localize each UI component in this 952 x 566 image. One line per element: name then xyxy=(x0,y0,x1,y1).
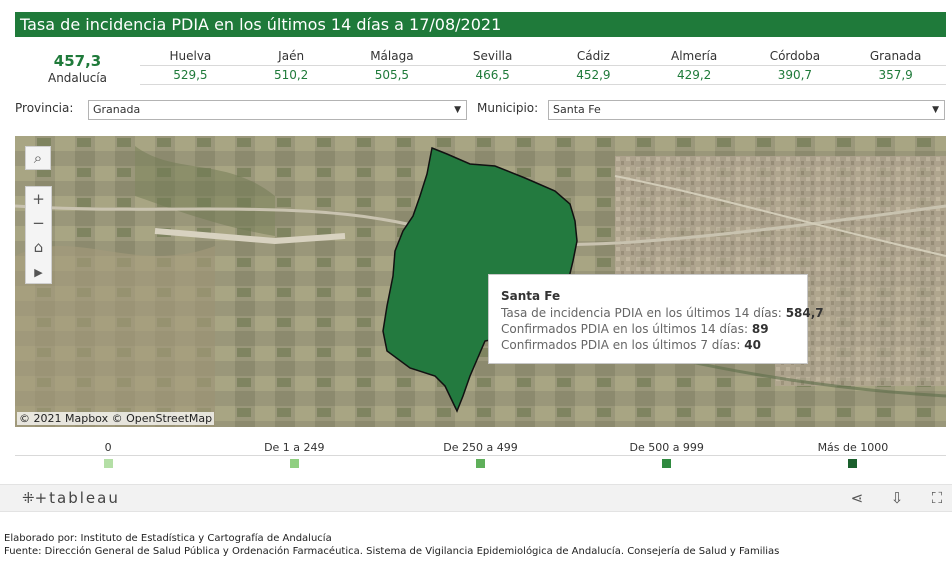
tableau-mark-icon: ⁜+ xyxy=(22,489,48,507)
play-icon: ▶ xyxy=(34,266,43,279)
share-icon[interactable]: ⋖ xyxy=(847,489,867,507)
tooltip-row-value: 89 xyxy=(751,322,769,336)
play-button[interactable]: ▶ xyxy=(26,259,51,283)
toolbar-actions: ⋖ ⇩ ⛶ xyxy=(847,489,947,507)
legend-swatch-cell xyxy=(15,456,201,470)
legend-label: Más de 1000 xyxy=(817,441,889,454)
provincia-value: Granada xyxy=(93,103,141,116)
legend-swatch[interactable] xyxy=(662,458,672,468)
dashboard-title: Tasa de incidencia PDIA en los últimos 1… xyxy=(15,12,946,37)
tooltip-row: Confirmados PDIA en los últimos 7 días: … xyxy=(501,337,795,353)
municipio-label: Municipio: xyxy=(477,101,539,115)
fullscreen-icon[interactable]: ⛶ xyxy=(927,489,947,507)
province-value: 429,2 xyxy=(676,68,712,82)
municipio-select[interactable]: Santa Fe ▼ xyxy=(548,100,945,120)
province-value: 390,7 xyxy=(777,68,813,82)
tooltip-row-value: 584,7 xyxy=(785,306,824,320)
provincia-label: Provincia: xyxy=(15,101,74,115)
provincia-select[interactable]: Granada ▼ xyxy=(88,100,467,120)
tableau-toolbar: ⁜+ tableau ⋖ ⇩ ⛶ xyxy=(0,484,952,512)
legend-swatch[interactable] xyxy=(103,458,113,468)
tableau-logo[interactable]: ⁜+ tableau xyxy=(22,489,120,507)
legend-swatch[interactable] xyxy=(289,458,299,468)
download-icon[interactable]: ⇩ xyxy=(887,489,907,507)
map-attribution[interactable]: © 2021 Mapbox © OpenStreetMap xyxy=(17,412,215,425)
legend-swatch[interactable] xyxy=(848,458,858,468)
province-values-row: 529,5 510,2 505,5 466,5 452,9 429,2 390,… xyxy=(140,66,946,85)
province-name: Granada xyxy=(869,49,922,63)
home-button[interactable]: ⌂ xyxy=(26,235,51,259)
tooltip-row-label: Tasa de incidencia PDIA en los últimos 1… xyxy=(501,306,782,320)
andalucia-label: Andalucía xyxy=(47,71,107,85)
province-value: 505,5 xyxy=(374,68,410,82)
legend-labels-row: 0 De 1 a 249 De 250 a 499 De 500 a 999 M… xyxy=(15,440,946,456)
chevron-down-icon: ▼ xyxy=(454,105,461,115)
map-tooltip: Santa Fe Tasa de incidencia PDIA en los … xyxy=(488,274,824,364)
search-icon: ⌕ xyxy=(33,149,43,167)
province-names-row: Huelva Jaén Málaga Sevilla Cádiz Almería… xyxy=(140,47,946,66)
footer: Elaborado por: Instituto de Estadística … xyxy=(4,532,779,558)
province-value: 357,9 xyxy=(878,68,913,82)
province-name: Sevilla xyxy=(472,49,513,63)
color-legend: 0 De 1 a 249 De 250 a 499 De 500 a 999 M… xyxy=(15,440,946,470)
province-name: Córdoba xyxy=(769,49,821,63)
province-value: 452,9 xyxy=(576,68,611,82)
tooltip-row-label: Confirmados PDIA en los últimos 7 días: xyxy=(501,338,741,352)
province-name: Málaga xyxy=(370,49,414,63)
zoom-out-button[interactable]: − xyxy=(26,211,51,235)
zoom-in-button[interactable]: + xyxy=(26,187,51,211)
minus-icon: − xyxy=(32,214,45,232)
andalucia-rate: 457,3 xyxy=(53,52,102,70)
legend-swatch-cell xyxy=(201,456,387,470)
province-name: Jaén xyxy=(278,49,305,63)
home-icon: ⌂ xyxy=(33,238,44,256)
chevron-down-icon: ▼ xyxy=(932,105,939,115)
legend-label: De 500 a 999 xyxy=(629,441,704,454)
legend-label: De 1 a 249 xyxy=(264,441,325,454)
legend-swatches-row xyxy=(15,456,946,470)
legend-label: De 250 a 499 xyxy=(443,441,518,454)
legend-swatch-cell xyxy=(387,456,573,470)
province-name: Huelva xyxy=(169,49,212,63)
tooltip-row-label: Confirmados PDIA en los últimos 14 días: xyxy=(501,322,749,336)
tableau-logo-text: tableau xyxy=(49,489,120,507)
province-value: 466,5 xyxy=(475,68,510,82)
legend-swatch[interactable] xyxy=(476,458,485,468)
map-search-button[interactable]: ⌕ xyxy=(25,146,51,170)
legend-swatch-cell xyxy=(574,456,760,470)
tooltip-row: Tasa de incidencia PDIA en los últimos 1… xyxy=(501,305,824,321)
province-name: Almería xyxy=(671,49,718,63)
province-name: Cádiz xyxy=(576,49,610,63)
footer-credit: Elaborado por: Instituto de Estadística … xyxy=(4,533,332,544)
tooltip-title: Santa Fe xyxy=(501,289,561,303)
province-value: 529,5 xyxy=(173,68,208,82)
footer-source: Fuente: Dirección General de Salud Públi… xyxy=(4,546,780,557)
plus-icon: + xyxy=(32,190,45,208)
andalucia-summary: 457,3 Andalucía xyxy=(15,47,140,85)
province-table: Huelva Jaén Málaga Sevilla Cádiz Almería… xyxy=(140,47,946,85)
tooltip-row-value: 40 xyxy=(744,338,761,352)
map-tool-group: + − ⌂ ▶ xyxy=(25,186,52,284)
province-value: 510,2 xyxy=(273,68,309,82)
municipio-value: Santa Fe xyxy=(553,103,601,116)
legend-swatch-cell xyxy=(760,456,946,470)
legend-label: 0 xyxy=(104,441,112,454)
map[interactable]: ⌕ + − ⌂ ▶ © 2021 Mapbox © OpenStreetMap … xyxy=(15,136,946,427)
tooltip-row: Confirmados PDIA en los últimos 14 días:… xyxy=(501,321,795,337)
